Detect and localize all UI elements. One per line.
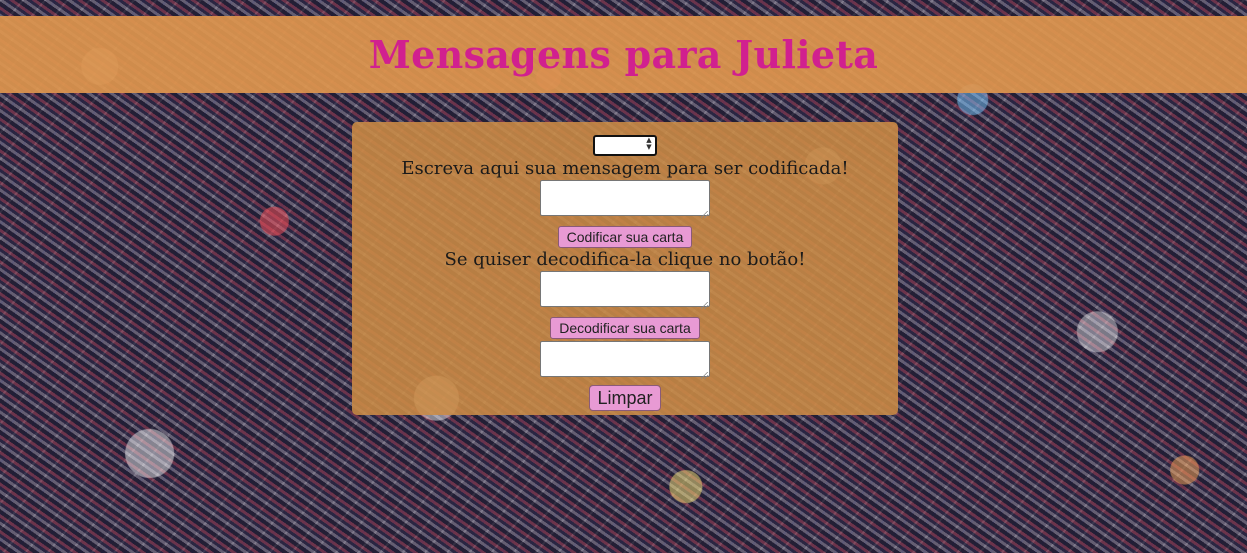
encode-message-input[interactable] xyxy=(540,180,710,216)
decode-message-input[interactable] xyxy=(540,271,710,307)
spinner-down-icon[interactable]: ▼ xyxy=(646,144,651,151)
output-textarea-wrapper xyxy=(540,341,710,381)
number-spinner[interactable]: ▲ ▼ xyxy=(644,137,654,151)
shift-input-wrapper: ▲ ▼ xyxy=(593,135,657,156)
output-message-area[interactable] xyxy=(540,341,710,377)
encode-button[interactable]: Codificar sua carta xyxy=(557,226,693,248)
encode-instruction: Escreva aqui sua mensagem para ser codif… xyxy=(401,158,849,179)
encode-textarea-wrapper xyxy=(540,180,710,220)
cipher-panel: ▲ ▼ Escreva aqui sua mensagem para ser c… xyxy=(352,122,898,415)
clear-button[interactable]: Limpar xyxy=(589,385,661,411)
page-header: Mensagens para Julieta xyxy=(0,16,1247,93)
decode-button[interactable]: Decodificar sua carta xyxy=(550,317,700,339)
resize-grip-icon[interactable] xyxy=(701,302,708,309)
background-photo-top xyxy=(0,0,1247,16)
resize-grip-icon[interactable] xyxy=(701,372,708,379)
decode-instruction: Se quiser decodifica-la clique no botão! xyxy=(444,249,806,270)
resize-grip-icon[interactable] xyxy=(701,211,708,218)
decode-textarea-wrapper xyxy=(540,271,710,311)
page-title: Mensagens para Julieta xyxy=(368,32,879,77)
